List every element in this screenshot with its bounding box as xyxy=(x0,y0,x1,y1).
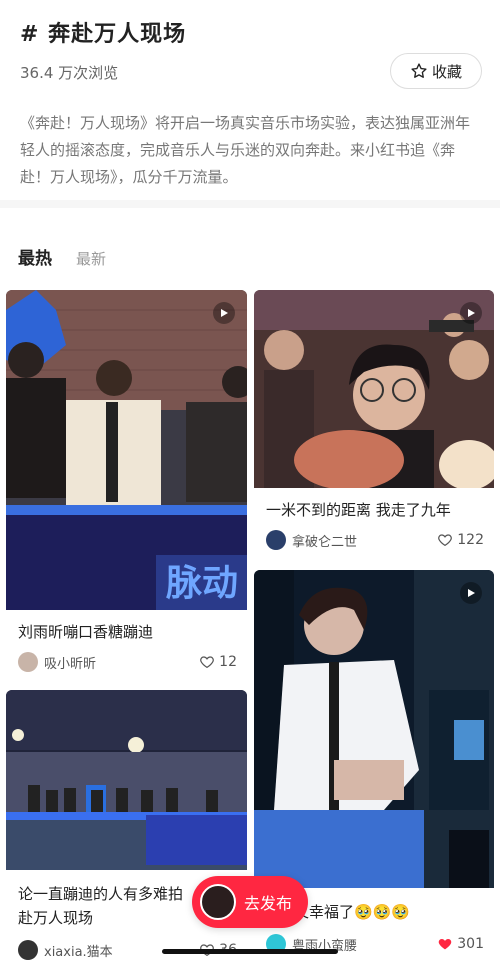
note-card[interactable]: 一米不到的距离 我走了九年 拿破仑二世 122 xyxy=(254,290,494,560)
like-button[interactable]: 12 xyxy=(199,654,237,670)
heart-icon xyxy=(438,534,453,547)
heart-icon xyxy=(200,656,215,669)
video-play-icon xyxy=(460,302,482,324)
home-indicator xyxy=(162,949,338,954)
topic-description: 《奔赴！万人现场》将开启一场真实音乐市场实验，表达独属亚洲年轻人的摇滚态度，完成… xyxy=(20,114,471,186)
avatar xyxy=(18,940,38,960)
note-thumbnail xyxy=(6,690,247,870)
note-card[interactable]: 脉动 刘雨昕嘣口香糖蹦迪 吸小昕昕 12 xyxy=(6,290,247,680)
like-count: 12 xyxy=(219,654,237,670)
note-title: 刘雨昕嘣口香糖蹦迪 xyxy=(18,623,154,641)
note-meta: 吸小昕昕 12 xyxy=(18,652,237,672)
publish-button[interactable]: 去发布 xyxy=(192,876,308,928)
view-count: 36.4 万次浏览 xyxy=(20,64,119,82)
topic-header: # 奔赴万人现场 36.4 万次浏览 收藏 《奔赴！万人现场》将开启一场真实音乐… xyxy=(0,0,500,200)
star-icon xyxy=(411,63,427,78)
note-meta: 拿破仑二世 122 xyxy=(266,530,484,550)
like-count: 122 xyxy=(457,532,484,548)
author-name: 拿破仑二世 xyxy=(292,534,358,550)
note-title: 又幸福了🥹🥹🥹 xyxy=(294,903,411,921)
sort-tabs: 最热 最新 xyxy=(18,244,106,269)
divider xyxy=(0,200,500,208)
video-play-icon xyxy=(460,582,482,604)
publish-label: 去发布 xyxy=(244,894,293,913)
note-title-line: 赴万人现场 xyxy=(18,909,94,927)
overlay-text: 脉动 xyxy=(166,563,238,604)
heart-filled-icon xyxy=(439,939,452,950)
video-play-icon xyxy=(213,302,235,324)
note-title: 论一直蹦迪的人有多难拍 赴万人现场 xyxy=(18,882,183,930)
note-title-line: 论一直蹦迪的人有多难拍 xyxy=(18,885,184,903)
avatar xyxy=(200,884,236,920)
avatar xyxy=(18,652,38,672)
note-thumbnail xyxy=(254,570,494,888)
tab-new[interactable]: 最新 xyxy=(76,248,106,269)
like-button[interactable]: 122 xyxy=(437,532,484,548)
like-button[interactable]: 301 xyxy=(437,936,484,952)
favorite-button[interactable]: 收藏 xyxy=(390,53,482,89)
note-thumbnail xyxy=(254,290,494,488)
topic-title: # 奔赴万人现场 xyxy=(20,22,187,47)
avatar xyxy=(266,530,286,550)
author-name: 吸小昕昕 xyxy=(44,656,97,672)
tab-hot[interactable]: 最热 xyxy=(18,244,52,269)
note-thumbnail: 脉动 xyxy=(6,290,247,610)
note-title: 一米不到的距离 我走了九年 xyxy=(266,501,451,519)
favorite-label: 收藏 xyxy=(431,62,462,81)
like-count: 301 xyxy=(457,936,484,952)
